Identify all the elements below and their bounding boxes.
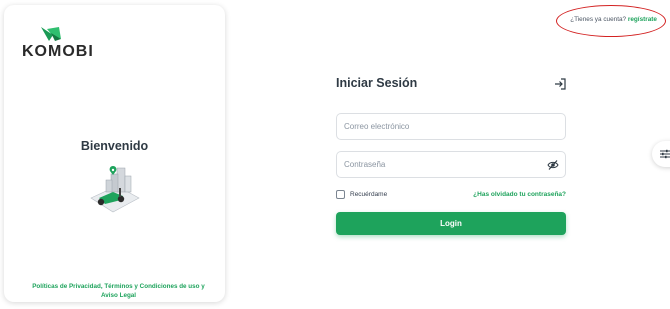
side-panel-toggle[interactable]: [652, 141, 670, 167]
leaf-logo-icon: [41, 27, 61, 41]
annotation-ellipse: [556, 5, 666, 37]
password-field[interactable]: [337, 152, 527, 177]
scooter-city-illustration: [90, 166, 140, 213]
privacy-terms-link[interactable]: Políticas de Privacidad, Términos y Cond…: [26, 282, 211, 300]
password-field-wrapper: [336, 151, 566, 178]
forgot-password-link[interactable]: ¿Has olvidado tu contraseña?: [473, 191, 566, 198]
remember-checkbox[interactable]: [336, 190, 345, 199]
brand-name: KOMOBI: [22, 43, 94, 60]
welcome-panel: KOMOBI Bienvenido Políticas de Privacida…: [4, 5, 225, 302]
remember-me[interactable]: Recuérdame: [336, 190, 387, 199]
eye-slash-icon[interactable]: [547, 159, 559, 171]
page-title: Iniciar Sesión: [336, 76, 418, 90]
email-field[interactable]: [337, 114, 527, 139]
sliders-icon: [660, 149, 670, 159]
remember-label: Recuérdame: [350, 191, 388, 198]
email-field-wrapper: [336, 113, 566, 140]
welcome-heading: Bienvenido: [80, 139, 149, 153]
login-arrow-icon: [555, 78, 566, 90]
login-button[interactable]: Login: [336, 212, 566, 235]
